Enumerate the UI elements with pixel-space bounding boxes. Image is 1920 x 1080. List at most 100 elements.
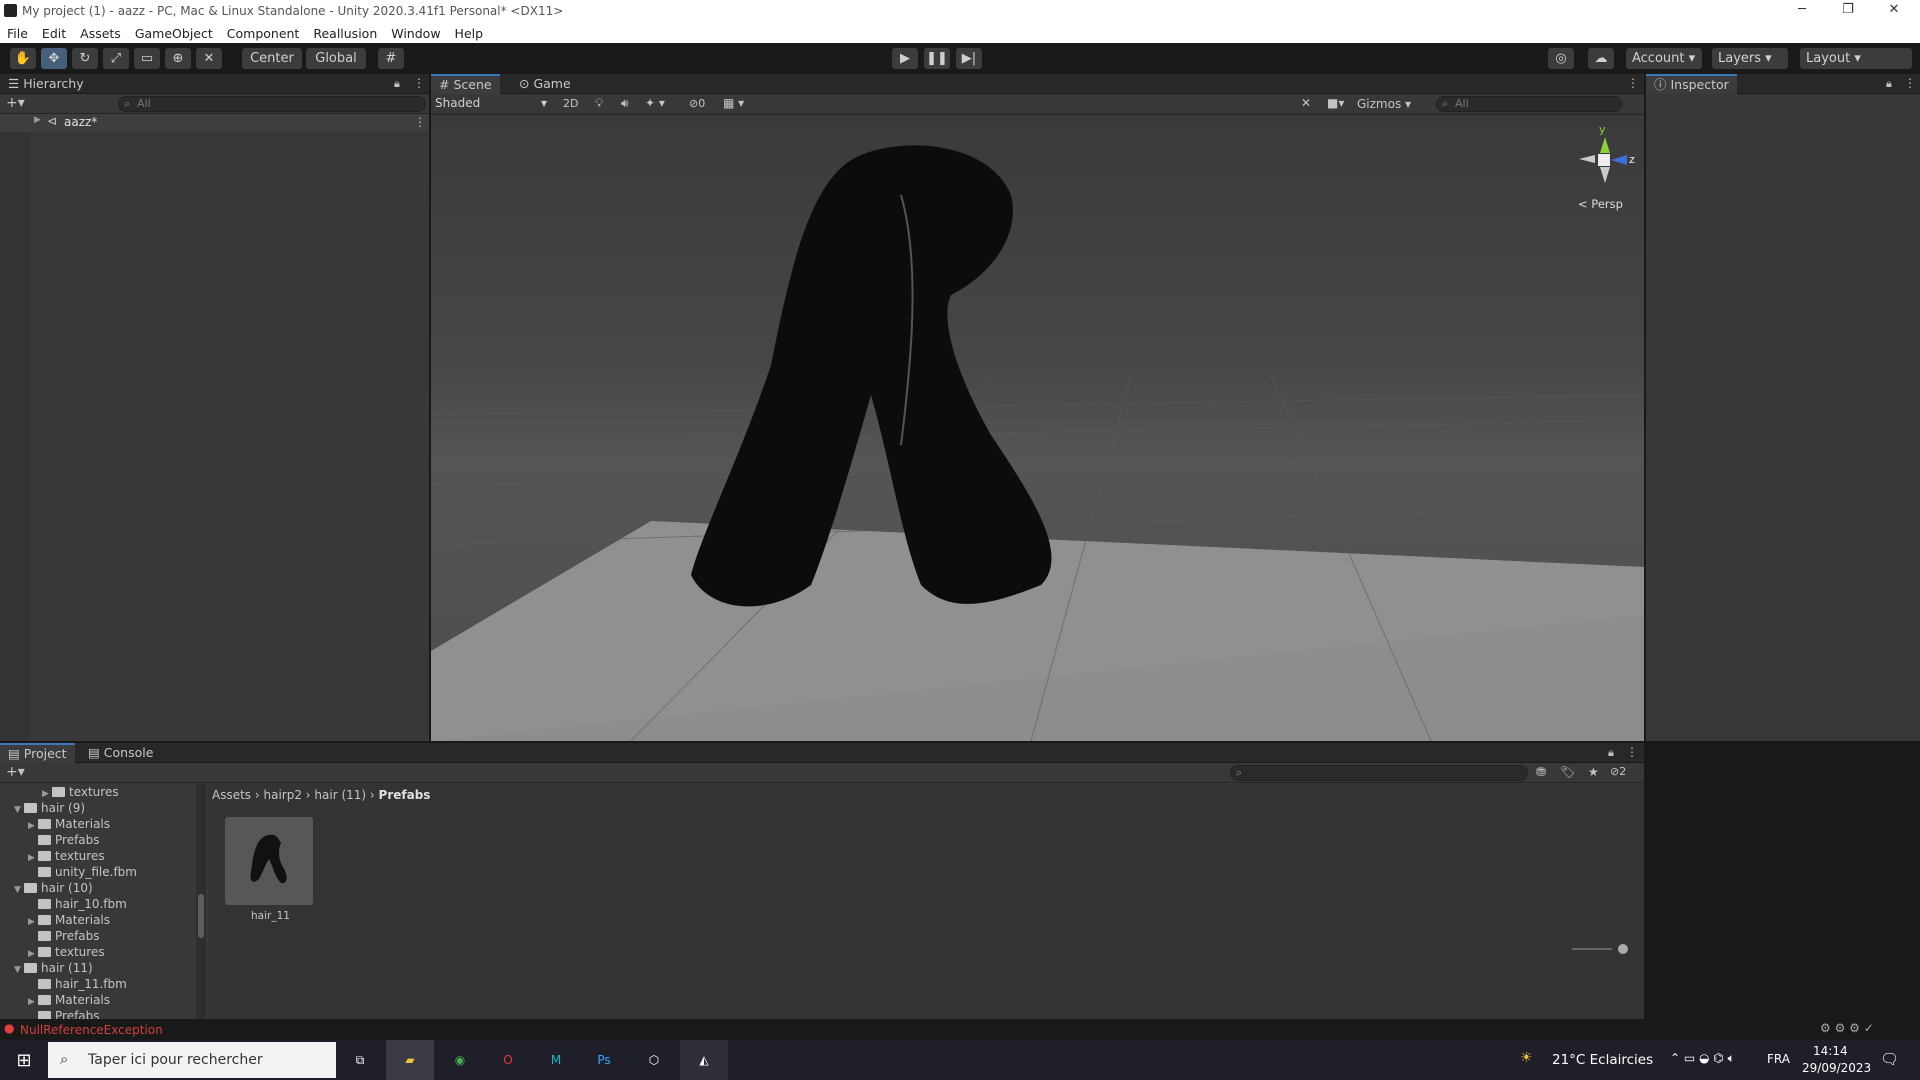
tree-scrollbar[interactable]: [196, 784, 206, 1019]
tree-item[interactable]: ▼ hair (11): [0, 960, 93, 976]
menu-window[interactable]: Window: [384, 22, 447, 41]
transform-tool-icon[interactable]: ⊕: [165, 48, 191, 69]
layout-dropdown[interactable]: Layout ▾: [1800, 48, 1912, 69]
hierarchy-search-input[interactable]: All: [118, 96, 426, 112]
breadcrumb-hairp2[interactable]: hairp2: [264, 788, 302, 802]
photoshop-icon[interactable]: Ps: [580, 1040, 628, 1080]
zoom-slider-thumb[interactable]: [1618, 944, 1628, 954]
pause-button[interactable]: ❚❚: [924, 48, 950, 69]
menu-reallusion[interactable]: Reallusion: [306, 22, 384, 41]
hierarchy-scene-row[interactable]: ▶ ⊲ aazz* ⋮: [0, 114, 429, 132]
gizmos-dropdown[interactable]: Gizmos ▾: [1357, 97, 1411, 111]
tree-item[interactable]: ▶ textures: [0, 944, 105, 960]
grid-snap-icon[interactable]: #: [378, 48, 404, 69]
file-explorer-icon[interactable]: ▰: [386, 1040, 434, 1080]
tree-item[interactable]: ▶ textures: [0, 848, 105, 864]
favorite-icon[interactable]: ★: [1588, 765, 1599, 779]
close-button[interactable]: ✕: [1874, 2, 1914, 17]
scene-viewport[interactable]: y z < Persp: [431, 115, 1644, 741]
cloud-icon[interactable]: ☁: [1588, 48, 1614, 69]
scene-menu-icon[interactable]: ⋮: [414, 115, 426, 129]
scene-search-input[interactable]: All: [1436, 96, 1622, 112]
breadcrumb-assets[interactable]: Assets: [212, 788, 251, 802]
language-indicator[interactable]: FRA: [1767, 1052, 1790, 1066]
project-create-button[interactable]: +▾: [6, 764, 25, 780]
tree-item[interactable]: hair_11.fbm: [0, 976, 127, 992]
lock-icon[interactable]: 🔒︎: [394, 77, 400, 91]
chrome-icon[interactable]: ◉: [436, 1040, 484, 1080]
create-add-button[interactable]: +▾: [6, 95, 25, 111]
inspector-menu-icon[interactable]: ⋮: [1904, 76, 1916, 90]
tree-item[interactable]: Prefabs: [0, 832, 100, 848]
pivot-center-button[interactable]: Center: [242, 48, 302, 69]
lighting-icon[interactable]: 💡︎: [595, 96, 603, 111]
hidden-objects-icon[interactable]: ⊘0: [689, 97, 705, 110]
gizmo-center-cube[interactable]: [1598, 154, 1610, 166]
tree-scroll-thumb[interactable]: [198, 894, 204, 938]
opera-icon[interactable]: O: [484, 1040, 532, 1080]
weather-text[interactable]: 21°C Eclaircies: [1552, 1052, 1653, 1068]
hidden-packages-icon[interactable]: ⊘2: [1610, 765, 1626, 778]
filter-label-icon[interactable]: 🏷︎: [1560, 765, 1575, 779]
move-tool-icon[interactable]: ✥: [41, 48, 67, 69]
project-menu-icon[interactable]: ⋮: [1626, 745, 1638, 759]
scale-tool-icon[interactable]: ⤢: [103, 48, 129, 69]
play-button[interactable]: ▶: [892, 48, 918, 69]
tab-inspector[interactable]: ⓘ Inspector: [1646, 74, 1737, 94]
rect-tool-icon[interactable]: ▭: [134, 48, 160, 69]
unity-hub-icon[interactable]: ⬡: [630, 1040, 678, 1080]
tree-item[interactable]: ▼ hair (9): [0, 800, 85, 816]
tools-icon[interactable]: ✕: [1301, 96, 1311, 110]
step-button[interactable]: ▶|: [956, 48, 982, 69]
menu-gameobject[interactable]: GameObject: [128, 22, 220, 41]
tab-console[interactable]: ▤ Console: [80, 743, 161, 763]
layers-dropdown[interactable]: Layers ▾: [1712, 48, 1788, 69]
tab-game[interactable]: ⊙ Game: [511, 74, 579, 94]
menu-edit[interactable]: Edit: [35, 22, 73, 41]
pivot-global-button[interactable]: Global: [306, 48, 366, 69]
restore-button[interactable]: ❐: [1828, 2, 1868, 17]
breadcrumb-hair11[interactable]: hair (11): [314, 788, 366, 802]
collab-icon[interactable]: ◎: [1548, 48, 1574, 69]
clock-date[interactable]: 29/09/2023: [1802, 1061, 1871, 1075]
task-view-icon[interactable]: ⧉: [336, 1040, 384, 1080]
asset-thumbnail[interactable]: [225, 817, 313, 905]
hand-tool-icon[interactable]: ✋: [10, 48, 36, 69]
shading-dropdown[interactable]: Shaded ▾: [435, 96, 551, 113]
windows-start-icon[interactable]: ⊞: [0, 1040, 48, 1080]
zoom-slider[interactable]: [1572, 948, 1612, 950]
tray-icons[interactable]: ⌃ ▭ ◒ ⌬ 🔈︎: [1670, 1051, 1735, 1066]
audio-icon[interactable]: 🔊︎: [621, 96, 629, 111]
filter-type-icon[interactable]: ⛃: [1536, 765, 1546, 779]
project-search-input[interactable]: [1230, 765, 1528, 781]
expand-arrow-icon[interactable]: ▶: [34, 115, 41, 125]
project-lock-icon[interactable]: 🔒︎: [1608, 746, 1614, 760]
status-error-text[interactable]: NullReferenceException: [20, 1023, 163, 1037]
menu-assets[interactable]: Assets: [73, 22, 128, 41]
custom-tool-icon[interactable]: ✕: [196, 48, 222, 69]
tree-item[interactable]: ▶ Materials: [0, 912, 110, 928]
panel-menu-icon[interactable]: ⋮: [413, 76, 425, 90]
unity-editor-icon[interactable]: ◭: [680, 1040, 728, 1080]
tree-item[interactable]: ▶ textures: [0, 784, 119, 800]
breadcrumb-prefabs[interactable]: Prefabs: [379, 788, 431, 802]
notifications-icon[interactable]: 🗨︎: [1880, 1050, 1899, 1068]
tab-scene[interactable]: # Scene: [431, 74, 500, 94]
taskbar-search[interactable]: ⌕ Taper ici pour rechercher: [48, 1042, 336, 1078]
m-app-icon[interactable]: M: [532, 1040, 580, 1080]
account-dropdown[interactable]: Account ▾: [1626, 48, 1702, 69]
clock-time[interactable]: 14:14: [1813, 1044, 1848, 1058]
tree-item[interactable]: Prefabs: [0, 928, 100, 944]
persp-label[interactable]: < Persp: [1578, 197, 1623, 211]
view-gizmo[interactable]: y z < Persp: [1561, 123, 1641, 213]
grid-icon[interactable]: ▦ ▾: [723, 96, 744, 110]
tree-item[interactable]: ▶ Materials: [0, 816, 110, 832]
menu-file[interactable]: File: [0, 22, 35, 41]
status-icons[interactable]: ⚙ ⚙ ⚙ ✓: [1820, 1021, 1874, 1035]
tree-item[interactable]: hair_10.fbm: [0, 896, 127, 912]
tree-item[interactable]: ▶ Materials: [0, 992, 110, 1008]
tree-item[interactable]: ▼ hair (10): [0, 880, 93, 896]
2d-toggle[interactable]: 2D: [563, 97, 578, 110]
menu-component[interactable]: Component: [220, 22, 307, 41]
tree-item[interactable]: Prefabs: [0, 1008, 100, 1019]
